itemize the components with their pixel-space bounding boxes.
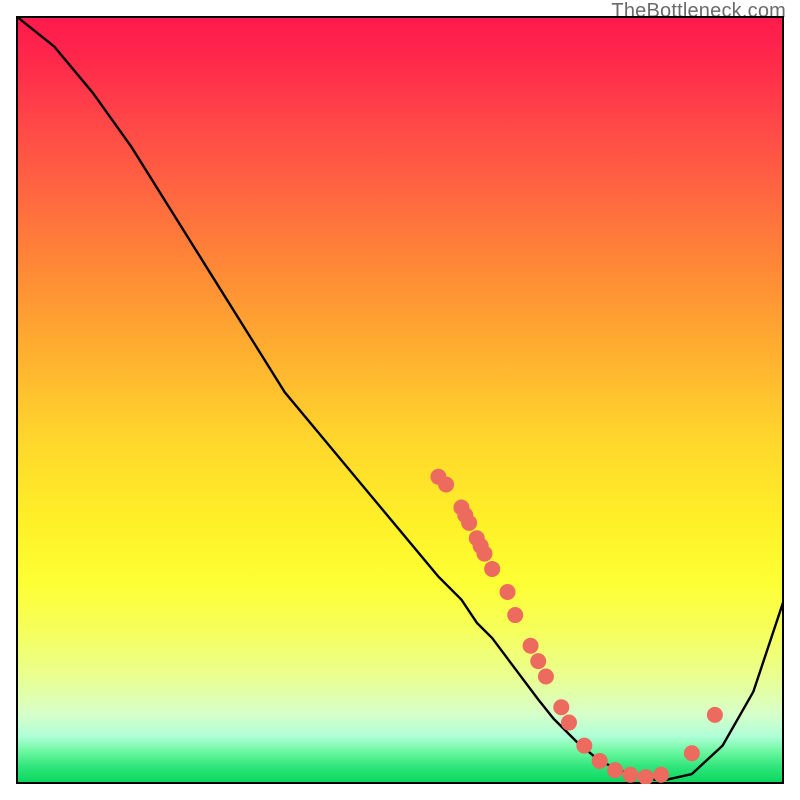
chart-container: TheBottleneck.com [0,0,800,800]
gradient-background [16,16,784,784]
plot-area [16,16,784,784]
